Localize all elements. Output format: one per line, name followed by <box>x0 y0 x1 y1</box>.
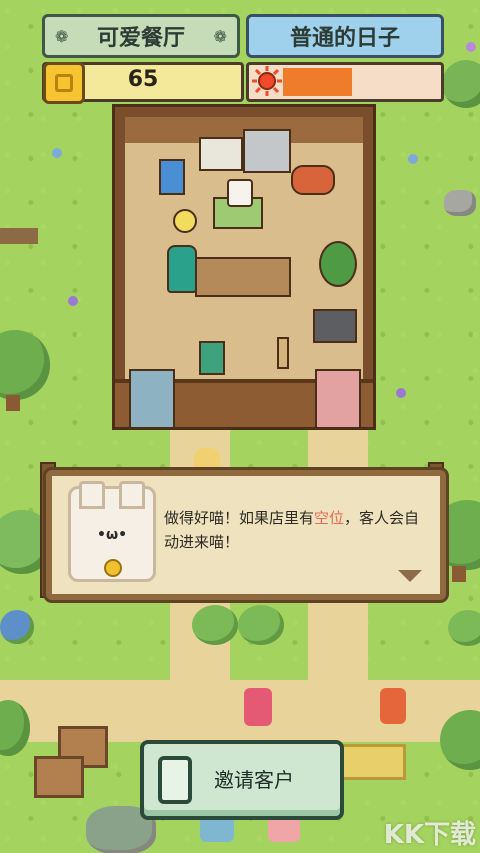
flower <box>68 296 78 306</box>
paw-icon: ❁ <box>55 27 69 46</box>
game-scene: ❁ 可爱餐厅 ❁ 普通的日子 65 •ω• 做得好喵！如果店里有空位，客人会自动… <box>0 0 480 853</box>
flower <box>408 154 418 164</box>
rock <box>444 190 476 216</box>
bush <box>0 610 34 644</box>
bush <box>192 605 238 645</box>
day-label: 普通的日子 <box>289 26 400 51</box>
coin-counter: 65 <box>42 62 244 104</box>
dialog-highlight: 空位 <box>314 509 345 527</box>
tree <box>442 60 480 108</box>
bush <box>448 610 480 646</box>
sun-bar-fill <box>283 68 352 96</box>
watermark: KK下载 <box>383 820 476 850</box>
invite-label: 邀请客户 <box>214 768 294 792</box>
paw-icon: ❁ <box>213 27 227 46</box>
potted-plant <box>319 241 357 287</box>
coin-value: 65 <box>127 67 159 92</box>
tree-trunk <box>6 395 20 411</box>
tutorial-dialog[interactable]: •ω• 做得好喵！如果店里有空位，客人会自动进来喵！ <box>46 470 446 600</box>
sink <box>199 137 243 171</box>
tree-trunk <box>452 566 466 582</box>
log <box>0 228 38 244</box>
customer-character <box>380 688 406 724</box>
cat-portrait: •ω• <box>68 481 156 582</box>
dining-table[interactable] <box>195 257 291 297</box>
cat-face: •ω• <box>97 527 128 543</box>
day-plate: 普通的日子 <box>246 14 444 58</box>
tree <box>0 330 50 400</box>
sun-gauge <box>246 62 444 102</box>
cat-chef[interactable] <box>227 179 253 207</box>
invite-customer-button[interactable]: 邀请客户 <box>140 740 344 820</box>
fruit-basket <box>291 165 335 195</box>
shelf <box>315 369 361 429</box>
next-arrow-icon[interactable] <box>398 570 422 582</box>
mouse-hole <box>194 448 220 468</box>
bush <box>238 605 284 645</box>
invite-icon <box>158 756 192 804</box>
cabinet <box>159 159 185 195</box>
flower <box>396 388 406 398</box>
restaurant-room <box>112 104 376 430</box>
customer-character <box>244 688 272 726</box>
sun-icon <box>252 66 282 96</box>
cat-ear <box>119 481 145 509</box>
stove[interactable] <box>243 129 291 173</box>
crate <box>34 756 84 798</box>
dialog-text-start: 做得好喵！如果店里有 <box>164 509 315 527</box>
restaurant-name-plate: ❁ 可爱餐厅 ❁ <box>42 14 240 58</box>
oven[interactable] <box>313 309 357 343</box>
broom <box>277 337 289 369</box>
hay-bale <box>338 744 406 780</box>
cat-ear <box>79 481 105 509</box>
dialog-text: 做得好喵！如果店里有空位，客人会自动进来喵！ <box>164 506 426 554</box>
restaurant-name: 可爱餐厅 <box>96 26 185 51</box>
flower <box>466 42 476 52</box>
wall-clock <box>173 209 197 233</box>
flower <box>52 148 62 158</box>
shelf <box>129 369 175 429</box>
bottles <box>199 341 225 375</box>
customer-character[interactable] <box>167 245 197 293</box>
bell-icon <box>104 559 122 577</box>
